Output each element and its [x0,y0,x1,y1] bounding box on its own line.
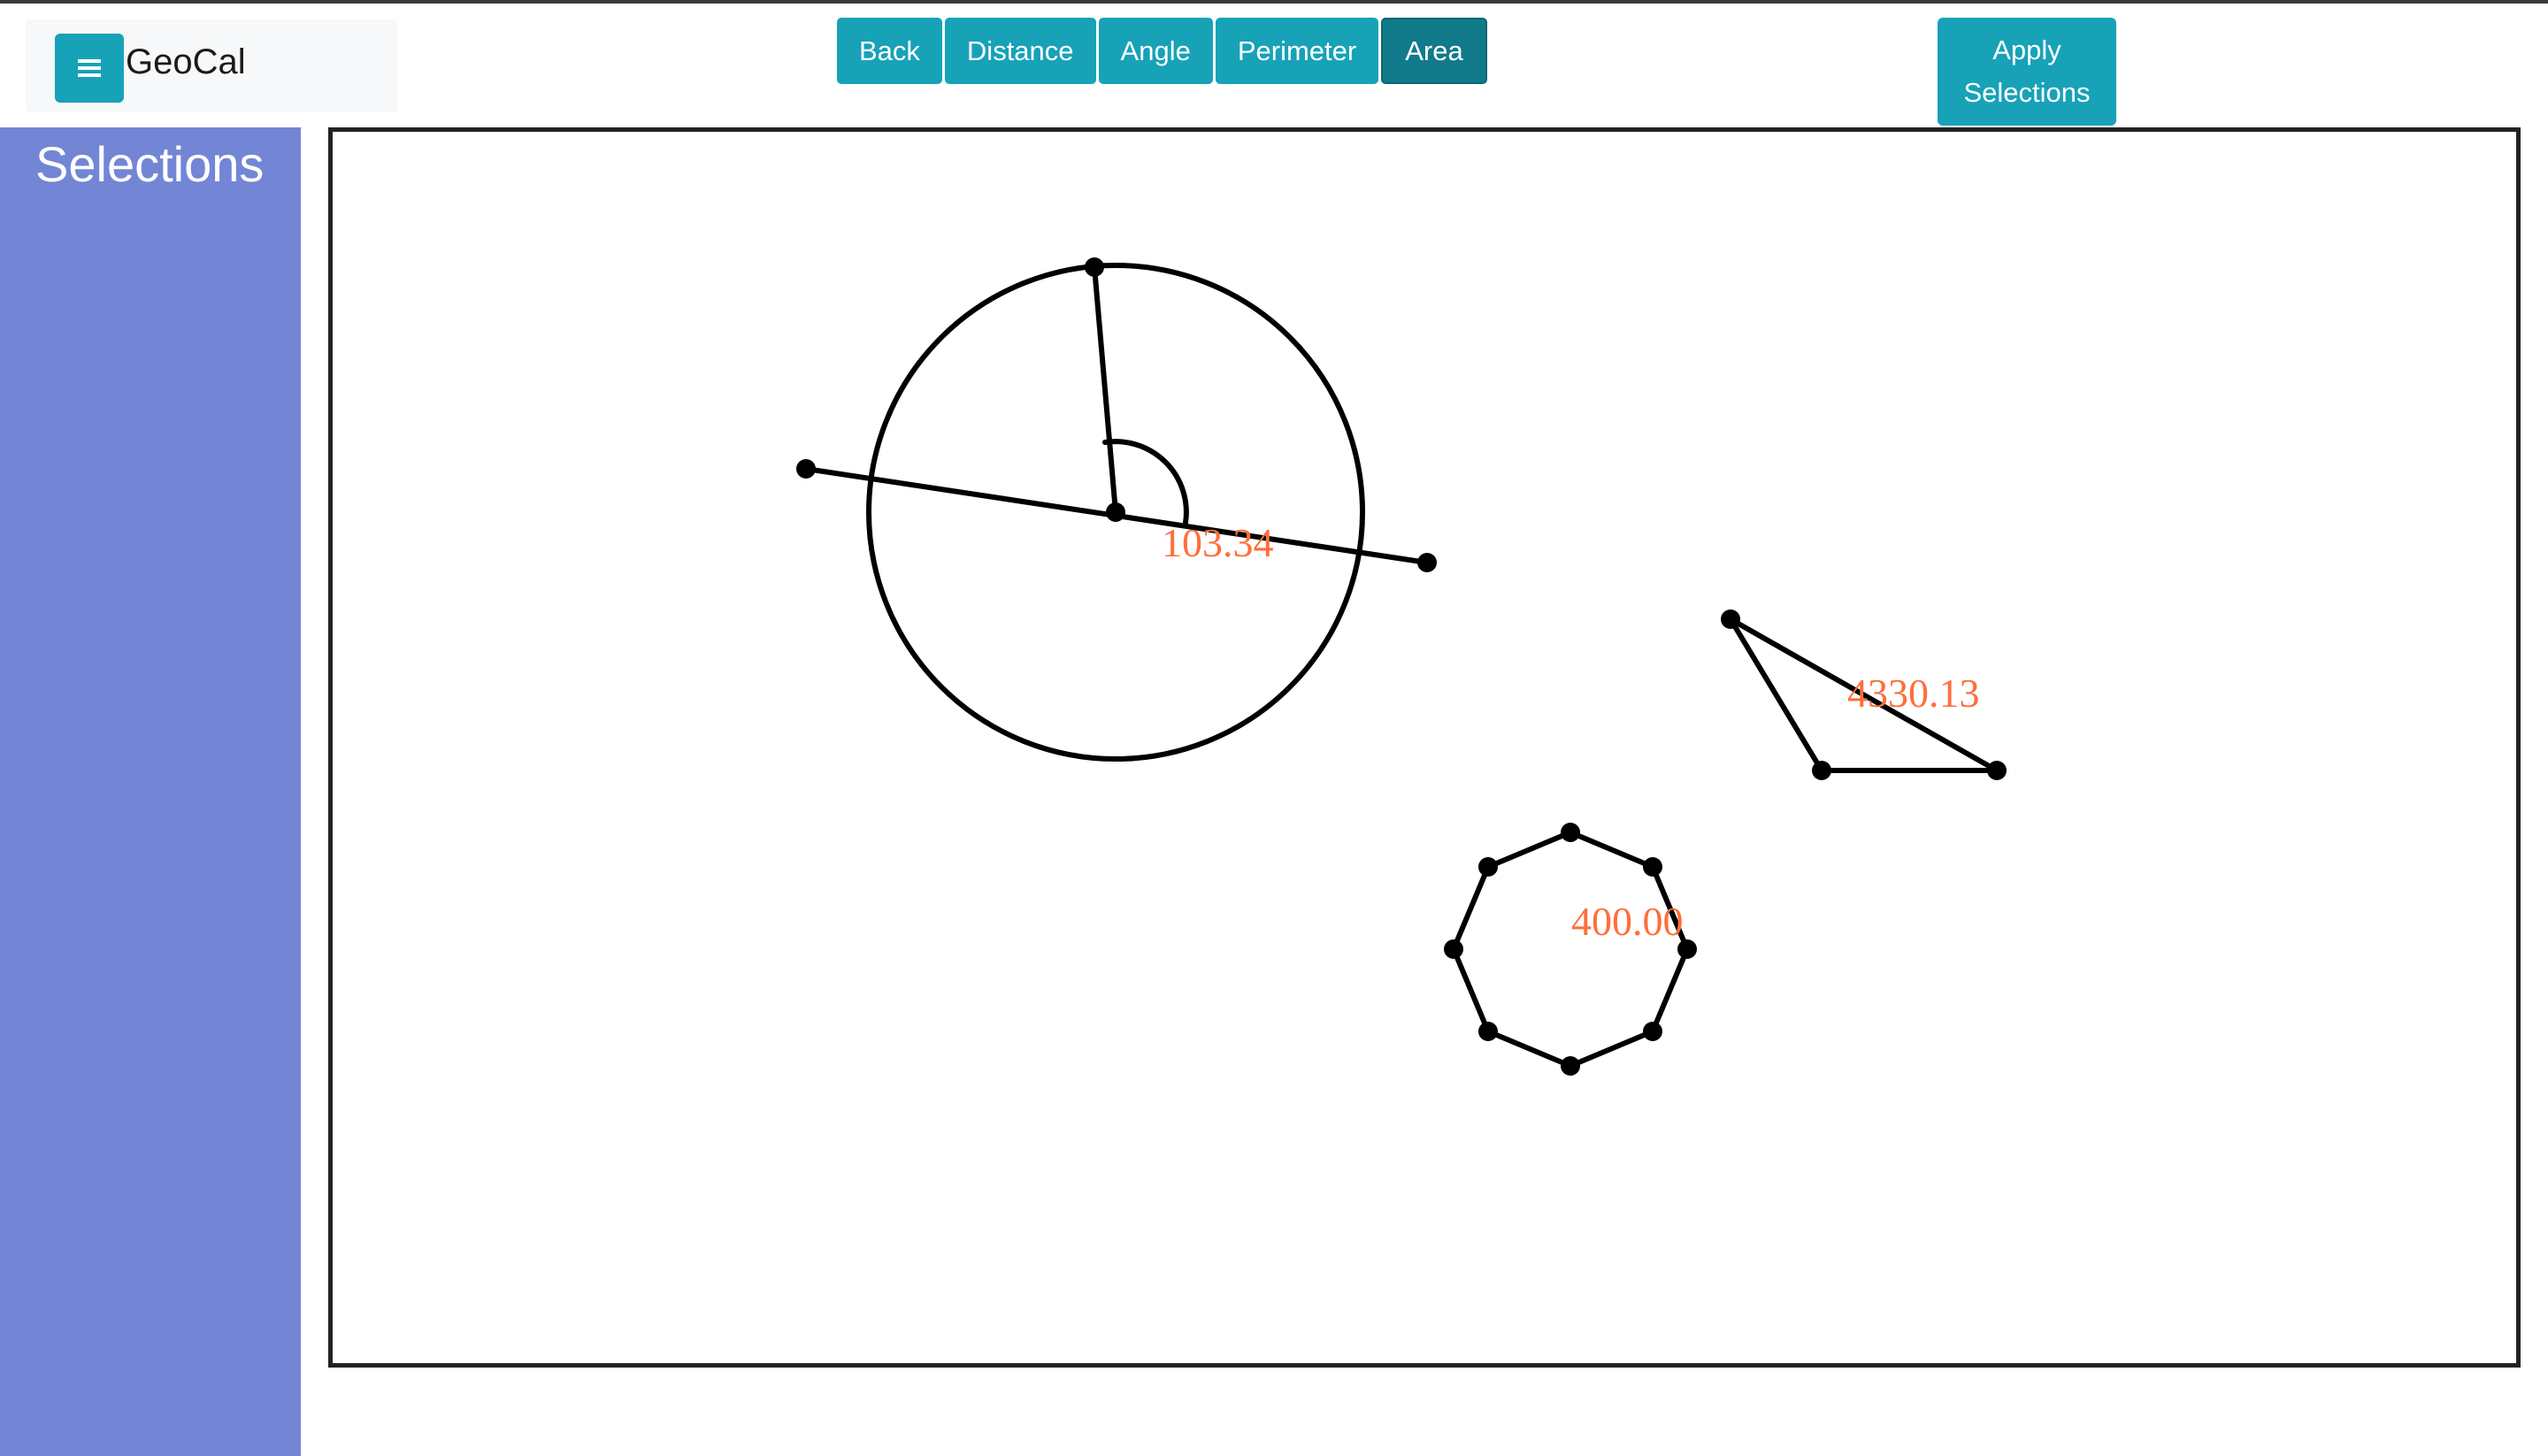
vertex-point[interactable] [1478,857,1498,877]
perimeter-button[interactable]: Perimeter [1215,18,1379,84]
triangle-area-measurement: 4330.13 [1847,671,1980,716]
vertex-point[interactable] [796,459,816,479]
vertex-point[interactable] [1812,761,1831,780]
selections-sidebar: Selections [0,127,301,1456]
vertex-point[interactable] [1106,502,1125,522]
app-title: GeoCal [126,42,246,81]
vertex-point[interactable] [1561,1056,1580,1076]
apply-selections-button[interactable]: Apply Selections [1938,18,2116,126]
tool-toolbar: Back Distance Angle Perimeter Area [837,18,1487,84]
angle-button[interactable]: Angle [1098,18,1213,84]
vertex-point[interactable] [1721,609,1740,629]
vertex-point[interactable] [1417,553,1437,572]
area-button[interactable]: Area [1381,18,1487,84]
radius-segment[interactable] [1092,264,1118,515]
navbar-brand: GeoCal [26,19,397,112]
distance-button[interactable]: Distance [944,18,1096,84]
angle-measurement: 103.34 [1162,520,1274,565]
vertex-point[interactable] [1561,823,1580,842]
back-button[interactable]: Back [837,18,942,84]
vertex-point[interactable] [1643,857,1662,877]
sidebar-title: Selections [35,136,265,192]
top-rule [0,0,2548,4]
vertex-point[interactable] [1085,257,1104,277]
hamburger-icon [78,59,101,77]
octagon-area-measurement: 400.00 [1571,899,1684,944]
menu-toggle-button[interactable] [55,34,124,103]
vertex-point[interactable] [1478,1022,1498,1041]
vertex-point[interactable] [1643,1022,1662,1041]
vertex-point[interactable] [1987,761,2007,780]
canvas-drawing: 103.34 4330.13 400.00 [796,257,2007,1076]
drawing-canvas[interactable]: 103.34 4330.13 400.00 [328,127,2521,1368]
vertex-point[interactable] [1444,939,1463,959]
